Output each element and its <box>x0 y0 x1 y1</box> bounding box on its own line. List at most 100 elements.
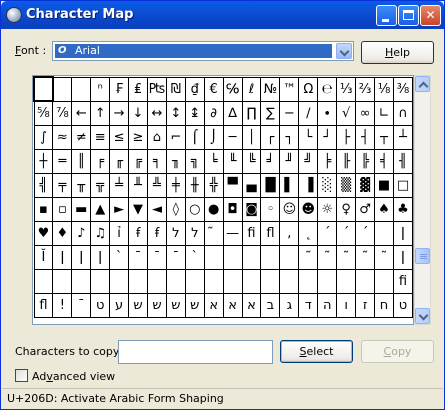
character-cell[interactable]: ▐ <box>298 172 319 198</box>
character-cell[interactable]: ǀ <box>392 244 414 270</box>
character-cell[interactable]: ǀ <box>52 244 73 270</box>
character-cell[interactable]: ╡ <box>374 148 394 174</box>
character-cell[interactable] <box>52 268 73 294</box>
character-cell[interactable]: ▒ <box>336 172 357 198</box>
character-cell[interactable]: ☼ <box>317 196 338 222</box>
character-cell[interactable]: ⅓ <box>336 76 357 102</box>
character-cell[interactable]: ╝ <box>298 148 319 174</box>
character-cell[interactable]: ˉ <box>128 244 148 270</box>
character-cell[interactable] <box>71 268 92 294</box>
character-cell[interactable]: ˜ <box>355 244 376 270</box>
character-cell[interactable]: ˜ <box>298 244 319 270</box>
character-cell[interactable]: ♫ <box>90 220 111 246</box>
character-cell[interactable]: ﬁ <box>392 268 414 294</box>
character-cell[interactable]: ´ <box>317 220 338 246</box>
character-cell[interactable]: ˋ <box>184 244 205 270</box>
character-cell[interactable]: ♀ <box>336 196 357 222</box>
character-cell[interactable]: ט <box>392 292 414 318</box>
help-button[interactable]: Help <box>361 41 434 64</box>
character-cell[interactable]: ỉ <box>109 220 130 246</box>
character-cell[interactable]: ∂ <box>203 100 224 126</box>
character-cell[interactable] <box>203 268 224 294</box>
character-cell[interactable]: ⁿ <box>90 76 111 102</box>
character-cell[interactable]: ꞙ <box>146 220 167 246</box>
character-cell[interactable] <box>71 76 92 102</box>
character-cell[interactable]: ↕ <box>165 100 186 126</box>
character-cell[interactable] <box>33 76 54 102</box>
character-cell[interactable]: ╔ <box>128 148 148 174</box>
character-cell[interactable]: ╤ <box>52 172 73 198</box>
character-cell[interactable]: ╪ <box>165 172 186 198</box>
character-cell[interactable] <box>146 268 167 294</box>
character-cell[interactable]: ≈ <box>52 124 73 150</box>
character-cell[interactable]: ⅜ <box>392 76 414 102</box>
character-cell[interactable]: ╒ <box>90 148 111 174</box>
character-cell[interactable]: ˜ <box>336 244 357 270</box>
character-cell[interactable]: ꞙ <box>128 220 148 246</box>
character-cell[interactable]: ╩ <box>146 172 167 198</box>
character-cell[interactable]: ש <box>165 292 186 318</box>
character-cell[interactable]: ̃ <box>203 220 224 246</box>
character-cell[interactable]: ┌ <box>260 124 281 150</box>
character-cell[interactable]: ↑ <box>90 100 111 126</box>
character-cell[interactable]: ◊ <box>165 196 186 222</box>
character-cell[interactable]: ┴ <box>392 124 414 150</box>
character-cell[interactable]: ∕ <box>298 100 319 126</box>
character-cell[interactable] <box>184 268 205 294</box>
character-cell[interactable]: ▌ <box>279 172 300 198</box>
character-cell[interactable]: ─ <box>222 124 243 150</box>
character-cell[interactable] <box>260 268 281 294</box>
character-cell[interactable]: ≠ <box>71 124 92 150</box>
character-cell[interactable]: ▬ <box>71 196 92 222</box>
character-cell[interactable]: ● <box>203 196 224 222</box>
character-cell[interactable] <box>317 268 338 294</box>
character-cell[interactable]: ├ <box>336 124 357 150</box>
character-cell[interactable] <box>165 268 186 294</box>
character-cell[interactable]: ǀ <box>392 220 414 246</box>
character-cell[interactable]: א <box>241 292 262 318</box>
character-cell[interactable]: ™ <box>279 76 300 102</box>
character-cell[interactable]: ╗ <box>184 148 205 174</box>
copy-button[interactable]: Copy <box>361 340 434 363</box>
character-cell[interactable]: ≡ <box>90 124 111 150</box>
character-cell[interactable]: ℓ <box>241 76 262 102</box>
character-cell[interactable]: ǀ <box>71 244 92 270</box>
character-cell[interactable] <box>90 268 111 294</box>
character-cell[interactable]: № <box>260 76 281 102</box>
scroll-up-button[interactable] <box>415 76 430 92</box>
character-cell[interactable]: ⌡ <box>203 124 224 150</box>
character-cell[interactable]: ℅ <box>222 76 243 102</box>
character-cell[interactable]: ל <box>165 220 186 246</box>
character-cell[interactable]: ☻ <box>298 196 319 222</box>
character-cell[interactable]: ⌠ <box>184 124 205 150</box>
character-cell[interactable] <box>279 244 300 270</box>
character-cell[interactable]: ╕ <box>146 148 167 174</box>
characters-to-copy-input[interactable] <box>118 340 273 364</box>
character-cell[interactable]: ע <box>109 292 130 318</box>
character-grid-scrollbar[interactable] <box>414 75 431 325</box>
character-cell[interactable]: ← <box>71 100 92 126</box>
character-cell[interactable]: ה <box>317 292 338 318</box>
character-cell[interactable]: ┘ <box>317 124 338 150</box>
character-cell[interactable]: ╫ <box>184 172 205 198</box>
character-cell[interactable]: ₧ <box>146 76 167 102</box>
character-cell[interactable] <box>109 268 130 294</box>
character-cell[interactable]: ░ <box>317 172 338 198</box>
character-cell[interactable]: ´ <box>336 220 357 246</box>
character-cell[interactable]: ╠ <box>355 148 376 174</box>
character-cell[interactable]: Ω <box>298 76 319 102</box>
advanced-view-label[interactable]: Advanced view <box>32 370 115 383</box>
character-cell[interactable]: ב <box>260 292 281 318</box>
character-grid[interactable]: ⁿ ₣ ₤ ₧ ₪ ₫ € ℅ ℓ № ™ Ω ℮ ⅓ ⅔ ⅛ ⅜ ⅝ ⅞ ← ↑ → ↓ ↔ ↕ ↨ ∂ ∆ ∏ ∑ − ∕ ∙ √ ∞ ∟ ∩ ∫ ≈ ≠… <box>32 75 414 325</box>
character-cell[interactable]: ╖ <box>165 148 186 174</box>
font-dropdown[interactable]: O Arial <box>52 41 354 61</box>
character-cell[interactable]: ╧ <box>109 172 130 198</box>
character-cell[interactable]: █ <box>260 172 281 198</box>
character-cell[interactable] <box>203 244 224 270</box>
font-dropdown-button[interactable] <box>336 43 352 59</box>
character-cell[interactable] <box>128 268 148 294</box>
character-cell[interactable]: ╙ <box>222 148 243 174</box>
character-cell[interactable]: ˉ <box>146 244 167 270</box>
character-cell[interactable]: ◄ <box>146 196 167 222</box>
character-cell[interactable]: ♦ <box>52 220 73 246</box>
